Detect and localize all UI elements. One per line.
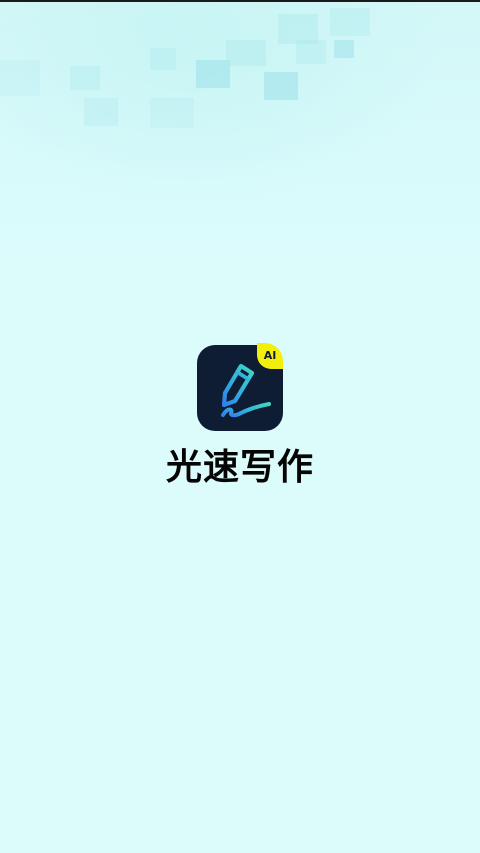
decorative-tiles xyxy=(0,0,480,160)
app-name: 光速写作 xyxy=(165,447,314,488)
deco-tile xyxy=(84,98,118,126)
deco-tile xyxy=(0,60,40,96)
deco-tile xyxy=(196,60,230,88)
deco-tile xyxy=(330,8,370,36)
deco-tile xyxy=(70,66,100,90)
deco-tile xyxy=(264,72,298,100)
deco-tile xyxy=(334,40,354,58)
deco-tile xyxy=(150,98,194,128)
deco-tile xyxy=(226,40,266,66)
deco-tile xyxy=(150,48,176,70)
deco-tile xyxy=(296,40,326,64)
splash-screen: AI 光速写作 xyxy=(0,0,480,853)
